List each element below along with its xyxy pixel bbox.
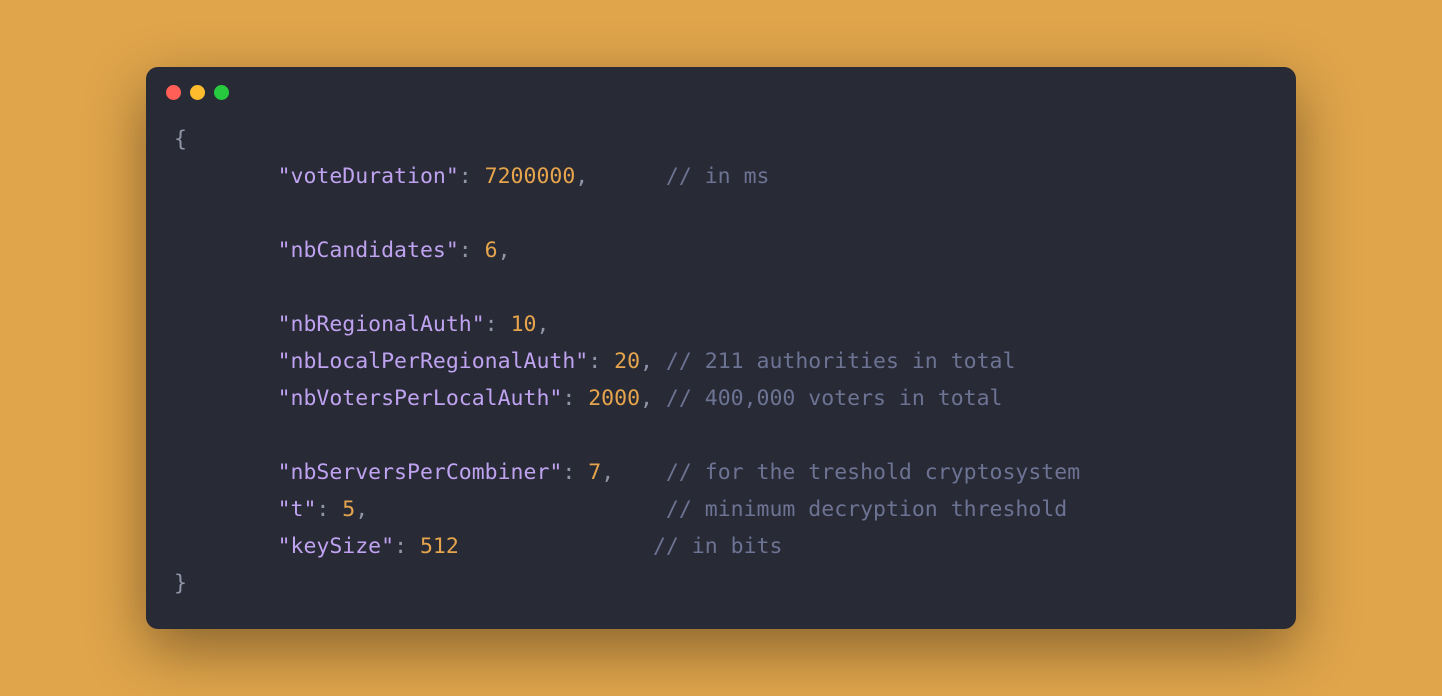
- json-number: 2000: [588, 386, 640, 411]
- close-icon[interactable]: [166, 85, 181, 100]
- json-number: 20: [614, 349, 640, 374]
- json-number: 7200000: [485, 164, 576, 189]
- json-close-brace: }: [174, 571, 187, 596]
- json-key: "nbLocalPerRegionalAuth": [278, 349, 589, 374]
- json-comma: ,: [640, 349, 653, 374]
- json-key: "t": [278, 497, 317, 522]
- json-comment: // for the treshold cryptosystem: [666, 460, 1080, 485]
- json-comment: // in ms: [666, 164, 770, 189]
- json-number: 10: [511, 312, 537, 337]
- minimize-icon[interactable]: [190, 85, 205, 100]
- json-colon: :: [394, 534, 420, 559]
- maximize-icon[interactable]: [214, 85, 229, 100]
- json-comma: ,: [575, 164, 588, 189]
- json-comma: ,: [355, 497, 368, 522]
- json-colon: :: [485, 312, 511, 337]
- code-window: { "voteDuration": 7200000, // in ms "nbC…: [146, 67, 1296, 629]
- json-colon: :: [562, 386, 588, 411]
- json-colon: :: [459, 164, 485, 189]
- code-content: { "voteDuration": 7200000, // in ms "nbC…: [146, 108, 1296, 629]
- window-titlebar: [146, 67, 1296, 108]
- json-colon: :: [562, 460, 588, 485]
- json-key: "nbCandidates": [278, 238, 459, 263]
- json-number: 512: [420, 534, 459, 559]
- json-key: "nbServersPerCombiner": [278, 460, 563, 485]
- json-comment: // minimum decryption threshold: [666, 497, 1067, 522]
- json-comment: // in bits: [653, 534, 782, 559]
- json-number: 7: [588, 460, 601, 485]
- json-open-brace: {: [174, 127, 187, 152]
- json-key: "keySize": [278, 534, 395, 559]
- json-comment: // 211 authorities in total: [666, 349, 1016, 374]
- json-colon: :: [588, 349, 614, 374]
- json-colon: :: [316, 497, 342, 522]
- json-key: "voteDuration": [278, 164, 459, 189]
- json-key: "nbRegionalAuth": [278, 312, 485, 337]
- json-comma: ,: [601, 460, 614, 485]
- json-comment: // 400,000 voters in total: [666, 386, 1003, 411]
- json-comma: ,: [536, 312, 549, 337]
- json-number: 5: [342, 497, 355, 522]
- json-comma: ,: [498, 238, 511, 263]
- json-number: 6: [485, 238, 498, 263]
- json-key: "nbVotersPerLocalAuth": [278, 386, 563, 411]
- json-comma: ,: [640, 386, 653, 411]
- json-colon: :: [459, 238, 485, 263]
